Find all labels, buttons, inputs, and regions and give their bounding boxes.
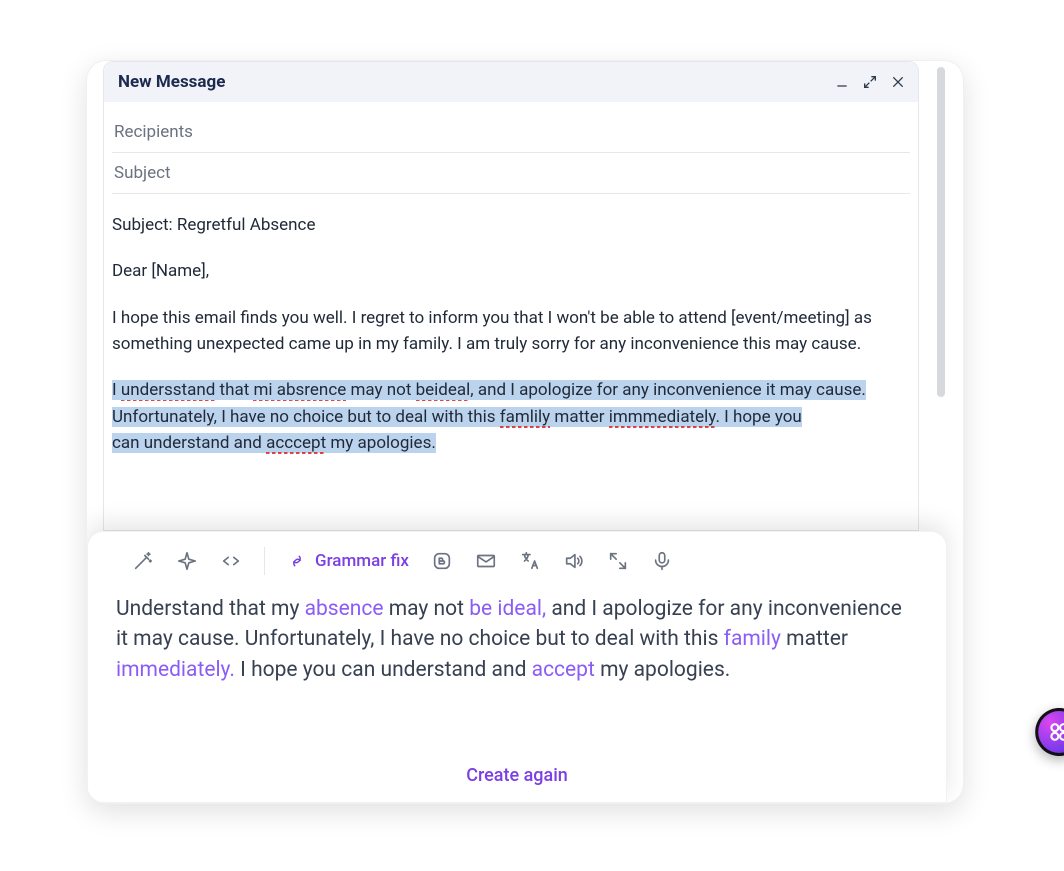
- collapse-icon[interactable]: [607, 550, 629, 572]
- grammar-fix-label: Grammar fix: [315, 551, 409, 571]
- recipients-field[interactable]: Recipients: [112, 112, 910, 153]
- compose-window: New Message Recipients Subject Subject: …: [103, 61, 919, 531]
- ai-corrected-text: Understand that my absence may not be id…: [88, 590, 946, 685]
- corrected-word: accept: [532, 658, 595, 682]
- corrected-word: immediately.: [116, 658, 235, 682]
- app-stage: New Message Recipients Subject Subject: …: [86, 60, 964, 804]
- corrected-word: absence: [305, 597, 384, 621]
- minimize-icon[interactable]: [834, 74, 850, 90]
- mail-icon[interactable]: [475, 550, 497, 572]
- grammar-fix-button[interactable]: Grammar fix: [287, 551, 409, 571]
- highlighted-text-line2: can understand and acccept my apologies.: [112, 433, 436, 453]
- body-paragraph-2: I undersstand that mi absrence may not b…: [112, 377, 910, 456]
- swap-arrows-icon[interactable]: [220, 550, 242, 572]
- misspelled-word: mi absrence: [253, 380, 346, 401]
- compose-fields: Recipients Subject: [104, 102, 918, 194]
- window-controls: [834, 74, 906, 90]
- magic-wand-icon[interactable]: [132, 550, 154, 572]
- highlighted-text-line1: I undersstand that mi absrence may not b…: [112, 380, 866, 426]
- misspelled-word: undersstand: [121, 380, 215, 401]
- misspelled-word: immmediately: [609, 407, 716, 428]
- close-icon[interactable]: [890, 74, 906, 90]
- blogger-icon[interactable]: [431, 550, 453, 572]
- sparkle-icon[interactable]: [176, 550, 198, 572]
- create-again-button[interactable]: Create again: [88, 751, 946, 802]
- toolbar-separator: [264, 547, 265, 575]
- assistant-floating-button[interactable]: [1035, 708, 1064, 756]
- subject-field[interactable]: Subject: [112, 153, 910, 194]
- body-subject-line: Subject: Regretful Absence: [112, 212, 910, 238]
- body-greeting: Dear [Name],: [112, 258, 910, 284]
- misspelled-word: acccept: [266, 433, 326, 454]
- vertical-scrollbar[interactable]: [937, 67, 945, 397]
- ai-toolbar: Grammar fix: [88, 532, 946, 590]
- corrected-word: be ideal,: [469, 597, 546, 621]
- corrected-word: family: [724, 627, 781, 651]
- expand-icon[interactable]: [862, 74, 878, 90]
- speaker-icon[interactable]: [563, 550, 585, 572]
- body-paragraph-1: I hope this email finds you well. I regr…: [112, 305, 910, 358]
- ai-suggestion-panel: Grammar fix Understand that my absence: [87, 531, 947, 803]
- compose-body[interactable]: Subject: Regretful Absence Dear [Name], …: [104, 194, 918, 456]
- misspelled-word: beideal: [416, 380, 471, 401]
- compose-title: New Message: [118, 72, 225, 92]
- misspelled-word: famlily: [500, 407, 551, 428]
- microphone-icon[interactable]: [651, 550, 673, 572]
- translate-icon[interactable]: [519, 550, 541, 572]
- compose-header: New Message: [104, 62, 918, 102]
